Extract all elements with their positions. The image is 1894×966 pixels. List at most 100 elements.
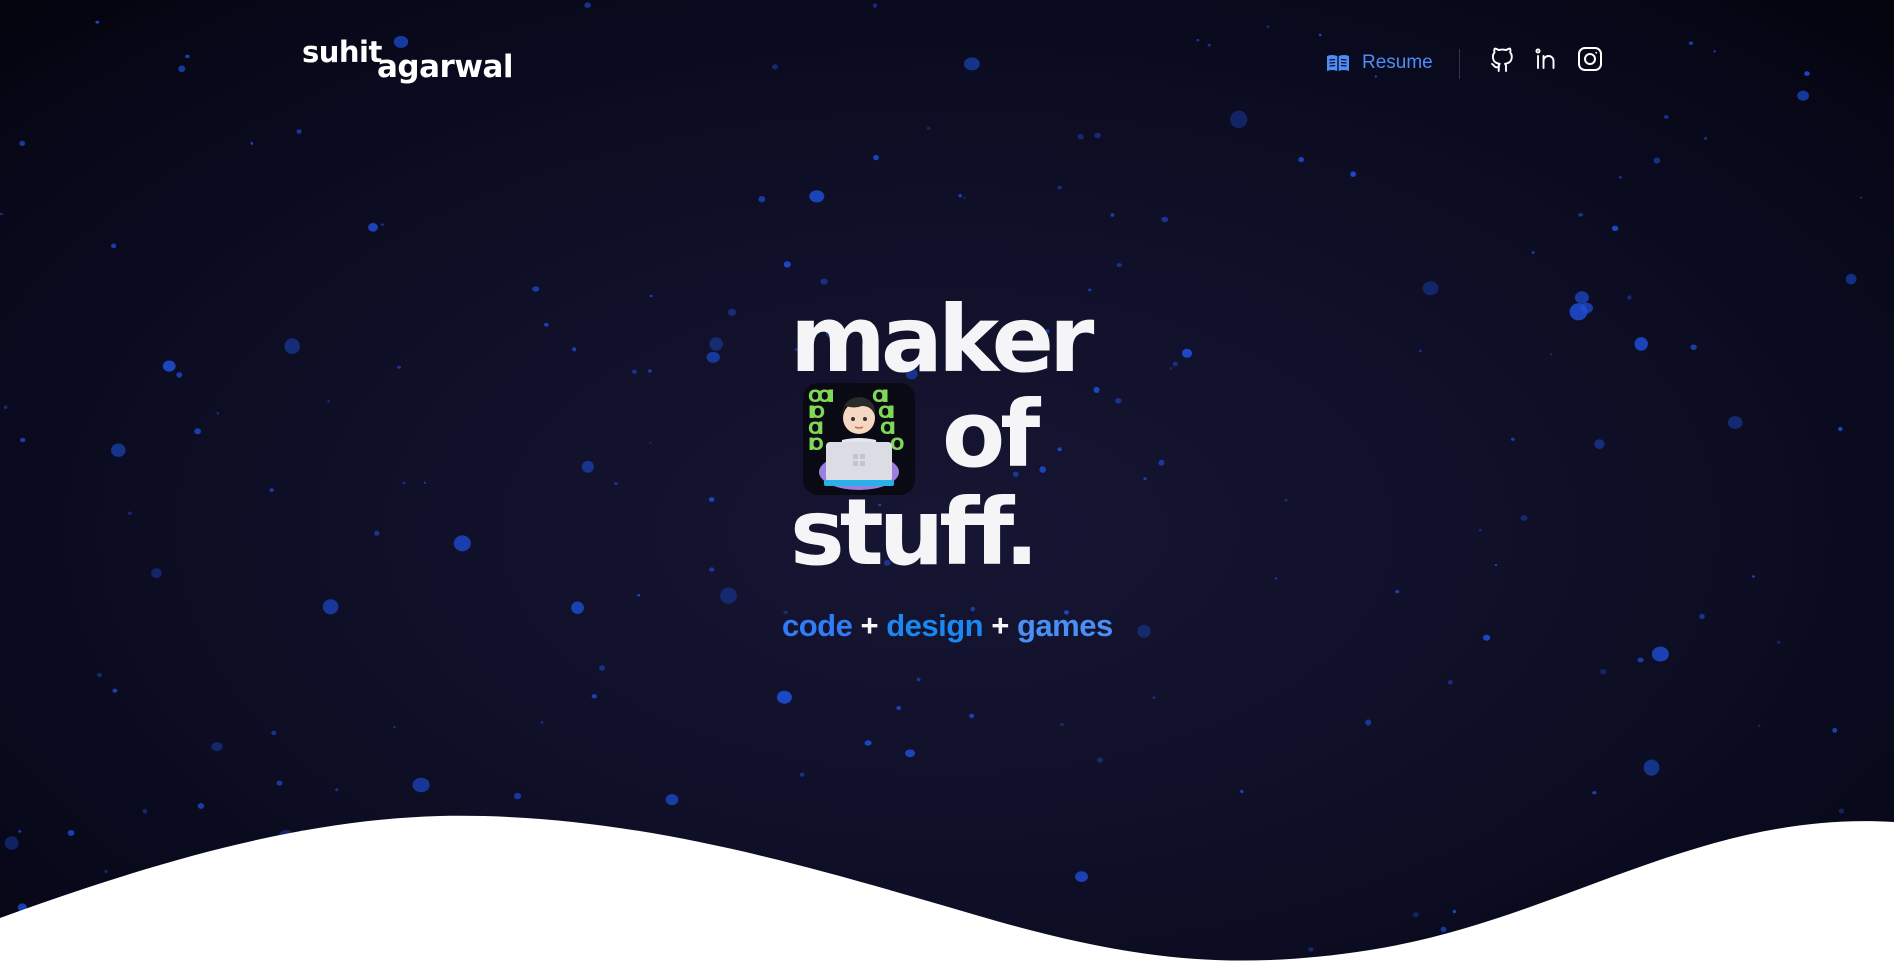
star-particle bbox=[1075, 871, 1088, 882]
star-particle bbox=[20, 437, 26, 443]
star-particle bbox=[211, 742, 223, 752]
star-particle bbox=[1240, 789, 1244, 794]
star-particle bbox=[873, 3, 877, 8]
star-particle bbox=[1664, 115, 1669, 119]
star-particle bbox=[1298, 156, 1304, 163]
star-particle bbox=[958, 193, 962, 198]
star-particle bbox=[708, 497, 715, 502]
star-particle bbox=[720, 587, 737, 604]
star-particle bbox=[540, 720, 544, 724]
hero-line-stuff: stuff. bbox=[790, 479, 1039, 586]
star-particle bbox=[1704, 136, 1708, 140]
star-particle bbox=[1757, 724, 1761, 727]
nav-divider bbox=[1459, 49, 1460, 79]
site-logo[interactable]: suhit agarwal bbox=[302, 36, 522, 86]
star-particle bbox=[1531, 251, 1535, 254]
linkedin-link[interactable] bbox=[1532, 47, 1560, 75]
star-particle bbox=[1543, 930, 1547, 933]
star-particle bbox=[1859, 196, 1863, 199]
star-particle bbox=[151, 568, 162, 579]
star-particle bbox=[17, 903, 27, 912]
tagline-games: games bbox=[1016, 608, 1113, 643]
star-particle bbox=[1039, 466, 1046, 473]
star-particle bbox=[250, 142, 254, 145]
logo-first-name: suhit bbox=[302, 35, 382, 69]
star-particle bbox=[1094, 132, 1101, 139]
star-particle bbox=[670, 945, 674, 950]
star-particle bbox=[1077, 134, 1084, 140]
star-particle bbox=[1412, 912, 1419, 918]
star-particle bbox=[665, 794, 679, 806]
star-particle bbox=[276, 780, 283, 786]
star-particle bbox=[709, 337, 723, 351]
star-particle bbox=[1110, 213, 1115, 217]
star-particle bbox=[963, 196, 966, 199]
star-particle bbox=[178, 65, 186, 73]
star-particle bbox=[873, 154, 879, 161]
star-particle bbox=[402, 481, 406, 485]
star-particle bbox=[514, 792, 522, 800]
star-particle bbox=[1350, 171, 1356, 177]
star-particle bbox=[197, 803, 205, 809]
star-particle bbox=[269, 488, 274, 492]
star-particle bbox=[1116, 263, 1122, 268]
star-particle bbox=[1592, 791, 1597, 795]
star-particle bbox=[393, 726, 396, 728]
star-particle bbox=[864, 740, 872, 746]
star-particle bbox=[1751, 575, 1756, 578]
star-particle bbox=[135, 951, 140, 955]
star-particle bbox=[649, 294, 653, 298]
star-particle bbox=[453, 535, 471, 552]
star-particle bbox=[1152, 696, 1156, 699]
star-particle bbox=[322, 599, 339, 615]
star-particle bbox=[112, 688, 118, 693]
star-particle bbox=[758, 196, 766, 203]
star-particle bbox=[1115, 398, 1122, 404]
star-particle bbox=[1797, 90, 1809, 101]
star-particle bbox=[1365, 719, 1372, 726]
star-particle bbox=[1494, 563, 1498, 567]
star-particle bbox=[964, 57, 980, 71]
star-particle bbox=[368, 222, 378, 232]
star-particle bbox=[1207, 43, 1211, 47]
star-particle bbox=[571, 601, 584, 614]
star-particle bbox=[176, 372, 183, 378]
star-particle bbox=[1093, 386, 1100, 393]
star-particle bbox=[896, 706, 901, 710]
star-particle bbox=[162, 360, 176, 372]
star-particle bbox=[1651, 646, 1669, 662]
star-particle bbox=[799, 772, 805, 777]
star-particle bbox=[3, 405, 8, 410]
star-particle bbox=[18, 830, 22, 833]
star-particle bbox=[1284, 498, 1288, 502]
star-particle bbox=[1580, 302, 1593, 314]
star-particle bbox=[1688, 41, 1694, 45]
star-particle bbox=[1599, 668, 1607, 675]
linkedin-icon bbox=[1534, 47, 1558, 76]
star-particle bbox=[1274, 577, 1278, 580]
star-particle bbox=[916, 677, 921, 682]
star-particle bbox=[1804, 71, 1810, 76]
star-particle bbox=[926, 126, 931, 130]
star-particle bbox=[727, 308, 737, 316]
star-particle bbox=[532, 286, 540, 292]
resume-link[interactable]: Resume bbox=[1326, 50, 1433, 76]
star-particle bbox=[1447, 680, 1453, 685]
star-particle bbox=[1172, 361, 1178, 367]
github-link[interactable] bbox=[1488, 47, 1516, 75]
star-particle bbox=[1181, 348, 1193, 358]
star-particle bbox=[194, 428, 202, 435]
star-particle bbox=[1452, 909, 1457, 914]
star-particle bbox=[809, 190, 825, 203]
star-particle bbox=[1569, 303, 1588, 321]
star-particle bbox=[776, 690, 792, 704]
instagram-link[interactable] bbox=[1576, 46, 1604, 75]
star-particle bbox=[0, 212, 3, 216]
star-particle bbox=[1137, 624, 1151, 638]
star-particle bbox=[1161, 216, 1169, 223]
open-book-icon bbox=[1326, 54, 1350, 72]
star-particle bbox=[1196, 38, 1200, 42]
star-particle bbox=[95, 20, 100, 24]
star-particle bbox=[67, 830, 75, 836]
star-particle bbox=[591, 694, 597, 699]
